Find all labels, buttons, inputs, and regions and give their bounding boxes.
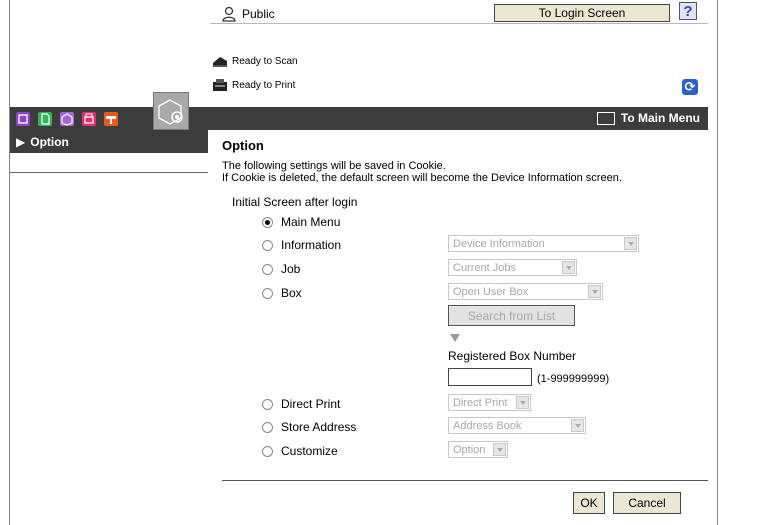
box-tab[interactable] (57, 107, 77, 130)
down-arrow-icon (450, 334, 460, 342)
user-name: Public (242, 7, 275, 21)
radio-direct-print[interactable]: Direct Print (262, 397, 340, 411)
main-menu-icon (596, 111, 615, 125)
customize-select[interactable]: Option (448, 441, 508, 458)
chevron-down-icon (562, 261, 575, 274)
store-address-tab[interactable] (101, 107, 121, 130)
cookie-info: The following settings will be saved in … (222, 160, 622, 184)
footer-divider (222, 480, 708, 481)
search-from-list-button: Search from List (448, 305, 575, 326)
chevron-down-icon (588, 285, 601, 298)
print-status: Ready to Print (212, 78, 295, 92)
main-menu-label: To Main Menu (620, 111, 700, 125)
radio-button[interactable] (262, 287, 273, 299)
radio-button[interactable] (262, 398, 273, 410)
radio-information[interactable]: Information (262, 238, 341, 252)
store-address-select[interactable]: Address Book (448, 417, 586, 434)
settings-tab-icon (158, 99, 183, 125)
sidebar-divider (10, 172, 208, 173)
page-title: Option (222, 138, 264, 153)
play-arrow-icon: ▶ (16, 134, 26, 149)
radio-store-address[interactable]: Store Address (262, 420, 356, 434)
scan-status-label: Ready to Scan (232, 55, 298, 67)
cancel-button[interactable]: Cancel (613, 492, 681, 514)
select-value: Option (453, 443, 486, 456)
print-status-label: Ready to Print (232, 79, 296, 91)
select-value: Current Jobs (453, 261, 516, 274)
header-divider (210, 23, 708, 24)
radio-button[interactable] (262, 445, 273, 457)
radio-button[interactable] (262, 421, 273, 433)
box-tab-icon (60, 111, 74, 126)
frame-right-border (717, 0, 718, 525)
initial-screen-label: Initial Screen after login (232, 195, 358, 209)
radio-main-menu[interactable]: Main Menu (262, 215, 340, 229)
info-line: The following settings will be saved in … (222, 160, 446, 172)
select-value: Open User Box (453, 285, 529, 298)
job-select[interactable]: Current Jobs (448, 259, 577, 276)
job-tab[interactable] (35, 107, 55, 130)
print-tab[interactable] (79, 107, 99, 130)
refresh-icon[interactable]: ⟳ (682, 79, 698, 95)
radio-button[interactable] (262, 239, 273, 251)
print-tab-icon (82, 111, 96, 126)
radio-customize[interactable]: Customize (262, 444, 338, 458)
radio-label: Store Address (281, 420, 357, 434)
registered-box-label: Registered Box Number (448, 349, 577, 363)
chevron-down-icon (571, 419, 584, 432)
printer-icon (212, 78, 228, 92)
settings-tab[interactable] (153, 92, 189, 130)
select-value: Address Book (453, 419, 522, 432)
radio-label: Direct Print (281, 397, 341, 411)
radio-button[interactable] (262, 263, 273, 275)
information-tab-icon (16, 111, 30, 126)
chevron-down-icon (493, 443, 506, 456)
info-line: If Cookie is deleted, the default screen… (222, 172, 622, 184)
chevron-down-icon (624, 237, 637, 250)
sidebar-item-label: Option (30, 134, 69, 149)
radio-job[interactable]: Job (262, 262, 300, 276)
store-address-tab-icon (104, 111, 118, 126)
select-value: Device Information (453, 237, 545, 250)
select-value: Direct Print (453, 396, 508, 409)
box-select[interactable]: Open User Box (448, 283, 603, 300)
direct-print-select[interactable]: Direct Print (448, 394, 531, 411)
scanner-icon (212, 54, 228, 68)
main-menu-link[interactable]: To Main Menu (596, 111, 700, 125)
registered-box-range: (1-999999999) (537, 373, 610, 385)
radio-label: Box (281, 286, 302, 300)
job-tab-icon (38, 111, 52, 126)
ok-button[interactable]: OK (573, 492, 605, 514)
radio-label: Job (281, 262, 301, 276)
chevron-down-icon (516, 396, 529, 409)
frame-left-border (9, 0, 10, 525)
help-icon[interactable]: ? (679, 2, 697, 20)
radio-button[interactable] (262, 216, 273, 228)
registered-box-input[interactable] (448, 368, 532, 386)
radio-box[interactable]: Box (262, 286, 302, 300)
information-select[interactable]: Device Information (448, 235, 639, 252)
radio-label: Customize (281, 444, 338, 458)
sidebar-item-option[interactable]: ▶ Option (10, 130, 208, 153)
login-screen-button[interactable]: To Login Screen (494, 4, 670, 22)
user-indicator: Public (222, 6, 275, 22)
radio-label: Information (281, 238, 342, 252)
radio-label: Main Menu (281, 215, 341, 229)
function-tab-bar: To Main Menu (10, 92, 708, 130)
user-icon (222, 6, 236, 22)
scan-status: Ready to Scan (212, 54, 298, 68)
information-tab[interactable] (13, 107, 33, 130)
